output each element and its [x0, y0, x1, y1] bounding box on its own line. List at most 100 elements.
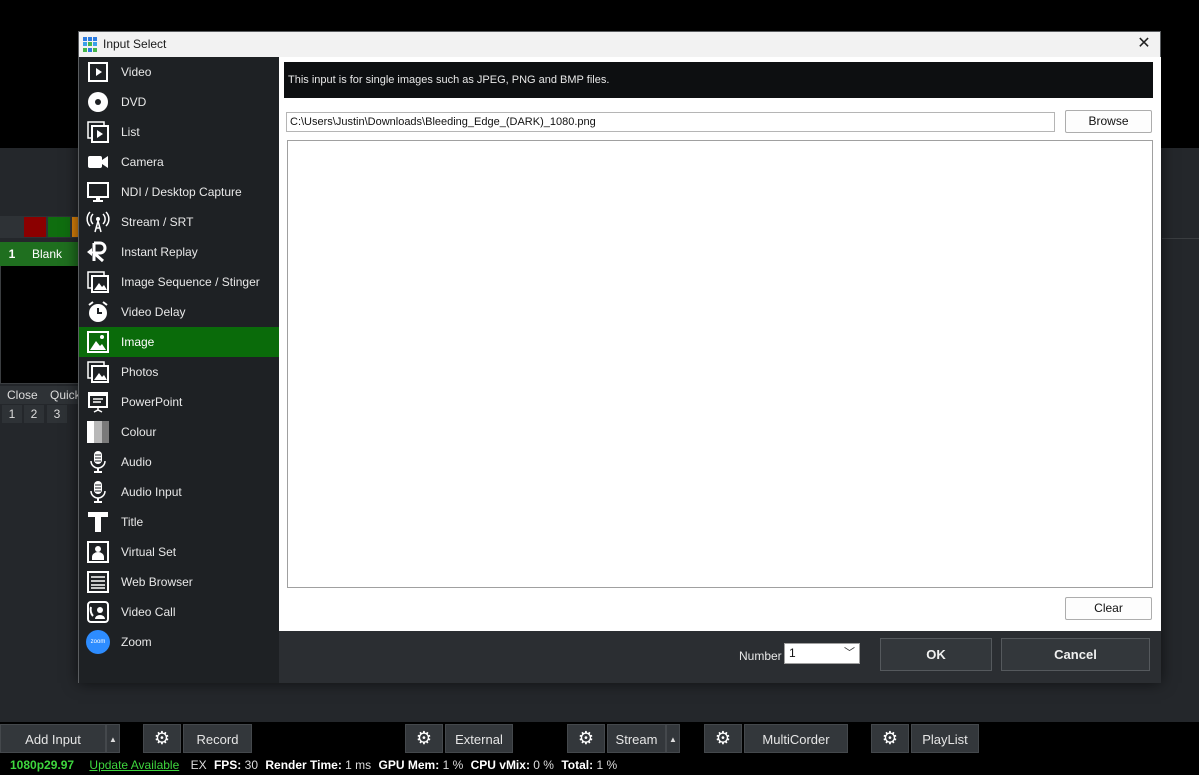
gpu-label: GPU Mem: [378, 758, 440, 772]
record-settings-button[interactable]: ⚙ [143, 724, 181, 753]
sidebar-item-stream-srt[interactable]: Stream / SRT [79, 207, 279, 237]
stream-button[interactable]: Stream [607, 724, 666, 753]
status-bar: 1080p29.97 Update Available EX FPS: 30 R… [0, 756, 1199, 775]
image-preview [287, 140, 1153, 588]
sidebar-item-image-sequence-stinger[interactable]: Image Sequence / Stinger [79, 267, 279, 297]
green-swatch[interactable] [48, 217, 70, 237]
playlist-button[interactable]: PlayList [911, 724, 979, 753]
input-name: Blank [32, 247, 63, 261]
fps-value: 30 [244, 758, 259, 772]
sidebar-item-virtual-set[interactable]: Virtual Set [79, 537, 279, 567]
dialog-titlebar[interactable]: Input Select ✕ [79, 32, 1160, 57]
number-value: 1 [789, 646, 796, 660]
sidebar-item-label: Video Delay [121, 305, 186, 319]
multicorder-button[interactable]: MultiCorder [744, 724, 848, 753]
sidebar-item-video[interactable]: Video [79, 57, 279, 87]
sidebar-item-colour[interactable]: Colour [79, 417, 279, 447]
sidebar-item-label: Stream / SRT [121, 215, 194, 229]
ex-label: EX [190, 758, 207, 772]
external-settings-button[interactable]: ⚙ [405, 724, 443, 753]
playlist-settings-button[interactable]: ⚙ [871, 724, 909, 753]
dialog-footer: Number 1 ﹀ OK Cancel [279, 631, 1161, 683]
number-label: Number [739, 649, 782, 663]
microphone-icon [86, 450, 110, 474]
file-path-input[interactable] [286, 112, 1055, 132]
gpu-value: 1 % [442, 758, 464, 772]
sidebar-item-list[interactable]: List [79, 117, 279, 147]
dialog-title: Input Select [103, 37, 167, 51]
close-input-button[interactable]: Close [7, 388, 38, 402]
sidebar-item-label: Audio Input [121, 485, 182, 499]
browse-button[interactable]: Browse [1065, 110, 1152, 133]
image-icon [86, 330, 110, 354]
divider [1162, 238, 1199, 239]
sidebar-item-label: Web Browser [121, 575, 193, 589]
sidebar-item-audio-input[interactable]: Audio Input [79, 477, 279, 507]
sidebar-item-zoom[interactable]: zoom Zoom [79, 627, 279, 657]
sidebar-item-label: List [121, 125, 140, 139]
close-icon[interactable]: ✕ [1134, 34, 1154, 54]
antenna-icon [86, 210, 110, 234]
add-input-dropdown[interactable]: ▲ [106, 724, 120, 753]
red-swatch[interactable] [24, 217, 46, 237]
sidebar-item-video-call[interactable]: Video Call [79, 597, 279, 627]
vmix-logo-icon [83, 37, 98, 52]
photos-icon [86, 360, 110, 384]
replay-icon [86, 240, 110, 264]
overlay-3-button[interactable]: 3 [47, 405, 67, 423]
dvd-icon [86, 90, 110, 114]
total-label: Total: [561, 758, 594, 772]
stream-dropdown[interactable]: ▲ [666, 724, 680, 753]
chevron-down-icon: ﹀ [844, 647, 855, 659]
input-settings-panel: This input is for single images such as … [279, 57, 1161, 631]
input-description: This input is for single images such as … [284, 62, 1153, 98]
input-header[interactable]: 1 Blank [0, 242, 80, 266]
sidebar-item-video-delay[interactable]: Video Delay [79, 297, 279, 327]
sidebar-item-title[interactable]: Title [79, 507, 279, 537]
update-link[interactable]: Update Available [89, 758, 179, 772]
overlay-1-button[interactable]: 1 [2, 405, 22, 423]
cancel-button[interactable]: Cancel [1001, 638, 1150, 671]
sidebar-item-camera[interactable]: Camera [79, 147, 279, 177]
video-format[interactable]: 1080p29.97 [10, 758, 74, 772]
fps-label: FPS: [213, 758, 242, 772]
input-number: 1 [8, 247, 16, 261]
sidebar-item-instant-replay[interactable]: Instant Replay [79, 237, 279, 267]
add-input-button[interactable]: Add Input [0, 724, 106, 753]
sidebar-item-label: Instant Replay [121, 245, 198, 259]
sidebar-item-dvd[interactable]: DVD [79, 87, 279, 117]
gear-icon: ⚙ [153, 728, 171, 748]
quick-play-button[interactable]: Quick [50, 388, 81, 402]
sidebar-item-ndi-desktop-capture[interactable]: NDI / Desktop Capture [79, 177, 279, 207]
sidebar-item-label: Image [121, 335, 155, 349]
sidebar-item-label: Audio [121, 455, 152, 469]
sidebar-item-image[interactable]: Image [79, 327, 279, 357]
sidebar-item-photos[interactable]: Photos [79, 357, 279, 387]
sidebar-item-label: Title [121, 515, 144, 529]
camera-icon [86, 150, 110, 174]
sidebar-item-label: PowerPoint [121, 395, 183, 409]
sidebar-item-web-browser[interactable]: Web Browser [79, 567, 279, 597]
stream-settings-button[interactable]: ⚙ [567, 724, 605, 753]
list-icon [86, 120, 110, 144]
sidebar-item-label: Zoom [121, 635, 152, 649]
number-select[interactable]: 1 ﹀ [784, 643, 860, 664]
clear-button[interactable]: Clear [1065, 597, 1152, 620]
sidebar-item-audio[interactable]: Audio [79, 447, 279, 477]
overlay-2-button[interactable]: 2 [24, 405, 44, 423]
video-icon [86, 60, 110, 84]
render-value: 1 ms [345, 758, 372, 772]
sidebar-item-label: Virtual Set [121, 545, 177, 559]
sidebar-item-label: Video [121, 65, 152, 79]
sidebar-item-label: NDI / Desktop Capture [121, 185, 242, 199]
sidebar-item-powerpoint[interactable]: PowerPoint [79, 387, 279, 417]
video-call-icon [86, 600, 110, 624]
multicorder-settings-button[interactable]: ⚙ [704, 724, 742, 753]
external-button[interactable]: External [445, 724, 513, 753]
sidebar-item-label: Photos [121, 365, 159, 379]
ok-button[interactable]: OK [880, 638, 992, 671]
gear-icon: ⚙ [714, 728, 732, 748]
record-button[interactable]: Record [183, 724, 252, 753]
sidebar-item-label: Video Call [121, 605, 176, 619]
web-browser-icon [86, 570, 110, 594]
